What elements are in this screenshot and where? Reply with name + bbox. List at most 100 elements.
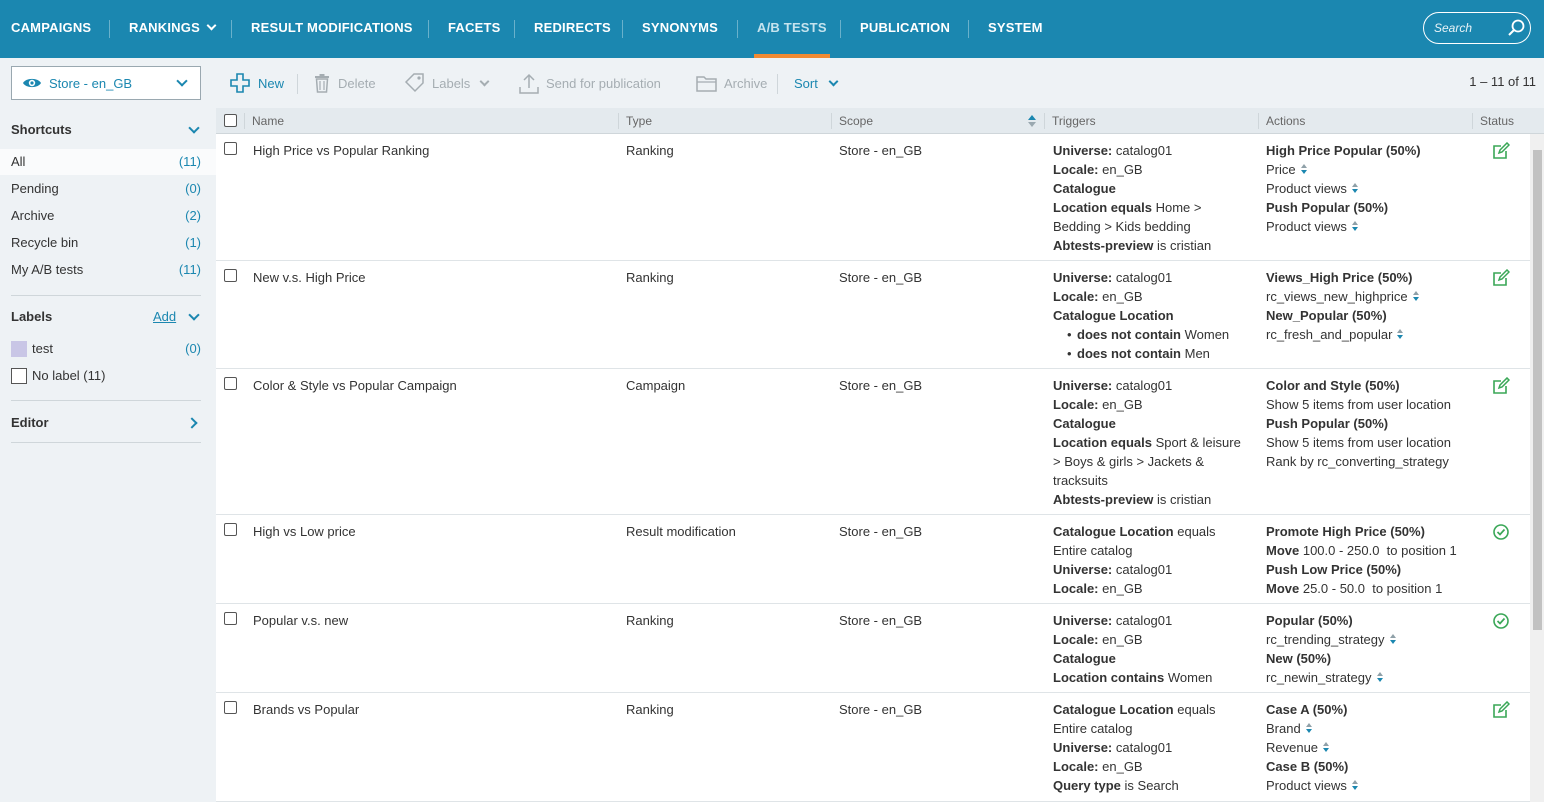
collapse-labels-icon[interactable] [188, 309, 200, 321]
action-key: Push Low Price (50%) [1266, 562, 1402, 577]
label-item-no-label[interactable]: No label (11) [0, 363, 200, 389]
expand-editor-icon[interactable] [186, 417, 198, 429]
edit-icon[interactable] [1492, 142, 1510, 160]
row-scope: Store - en_GB [839, 270, 923, 285]
column-header-scope[interactable]: Scope [839, 114, 873, 128]
edit-icon[interactable] [1492, 269, 1510, 287]
row-name[interactable]: High vs Low price [253, 522, 356, 541]
shortcut-all[interactable]: All (11) [0, 149, 216, 175]
sidebar-divider [11, 442, 201, 443]
row-checkbox[interactable] [224, 612, 237, 625]
nav-ab-tests[interactable]: A/B TESTS [754, 0, 830, 58]
nav-result-modifications[interactable]: RESULT MODIFICATIONS [251, 0, 413, 58]
trigger-key: Catalogue [1053, 416, 1116, 431]
row-name[interactable]: New v.s. High Price [253, 268, 365, 287]
row-type: Result modification [626, 524, 736, 539]
sort-direction-icon [1351, 780, 1358, 791]
shortcut-pending[interactable]: Pending (0) [0, 176, 216, 202]
edit-icon[interactable] [1492, 701, 1510, 719]
action-key: Push Popular (50%) [1266, 200, 1389, 215]
row-name[interactable]: High Price vs Popular Ranking [253, 141, 429, 160]
table-row[interactable]: High vs Low price Result modification Stor… [216, 515, 1530, 604]
trigger-line: Catalogue Location equals [1053, 522, 1216, 541]
scrollbar-thumb[interactable] [1533, 150, 1542, 630]
select-all-checkbox[interactable] [224, 114, 237, 127]
column-header-type[interactable]: Type [626, 114, 652, 128]
action-line: Rank by rc_converting_strategy [1266, 452, 1451, 471]
plus-icon [230, 73, 250, 93]
delete-button[interactable]: Delete [314, 74, 384, 94]
table-row[interactable]: Brands vs Popular Ranking Store - en_GB Cat… [216, 693, 1530, 802]
nav-facets[interactable]: FACETS [448, 0, 500, 58]
column-header-name[interactable]: Name [252, 114, 284, 128]
row-name[interactable]: Popular v.s. new [253, 611, 348, 630]
table-row[interactable]: Popular v.s. new Ranking Store - en_GB Univ… [216, 604, 1530, 693]
column-header-triggers[interactable]: Triggers [1052, 114, 1096, 128]
check-circle-icon[interactable] [1492, 612, 1510, 630]
action-line: Product views [1266, 776, 1358, 795]
shortcut-archive[interactable]: Archive (2) [0, 203, 216, 229]
row-checkbox[interactable] [224, 701, 237, 714]
nav-divider [514, 20, 515, 38]
trigger-key: Abtests-preview [1053, 492, 1154, 507]
nav-divider [231, 20, 232, 38]
trigger-value: Women [1164, 670, 1213, 685]
pagination-range: 1 – 11 of 11 [1469, 74, 1536, 89]
trigger-line: Catalogue [1053, 414, 1241, 433]
trigger-line: Catalogue Location equals [1053, 700, 1216, 719]
column-header-actions[interactable]: Actions [1266, 114, 1305, 128]
trigger-line: Entire catalog [1053, 541, 1216, 560]
action-line: rc_views_new_highprice [1266, 287, 1419, 306]
sort-button-label: Sort [794, 76, 818, 91]
nav-campaigns[interactable]: CAMPAIGNS [11, 0, 91, 58]
nav-synonyms[interactable]: SYNONYMS [642, 0, 718, 58]
row-checkbox[interactable] [224, 523, 237, 536]
nav-divider [840, 20, 841, 38]
archive-button[interactable]: Archive [696, 74, 772, 94]
store-select[interactable]: Store - en_GB [11, 66, 201, 100]
edit-icon[interactable] [1492, 377, 1510, 395]
nav-system[interactable]: SYSTEM [988, 0, 1043, 58]
scrollbar[interactable] [1530, 134, 1544, 802]
table-row[interactable]: Color & Style vs Popular Campaign Campaig… [216, 369, 1530, 515]
row-type: Ranking [626, 270, 674, 285]
trigger-value: tracksuits [1053, 473, 1108, 488]
table-row[interactable]: New v.s. High Price Ranking Store - en_GB U… [216, 261, 1530, 369]
table-row[interactable]: High Price vs Popular Ranking Ranking Stor… [216, 134, 1530, 261]
shortcut-my-ab-tests[interactable]: My A/B tests (11) [0, 257, 216, 283]
nav-divider [968, 20, 969, 38]
action-line: Color and Style (50%) [1266, 376, 1451, 395]
shortcut-recycle-bin[interactable]: Recycle bin (1) [0, 230, 216, 256]
sort-indicator-icon[interactable] [1028, 115, 1036, 127]
new-button[interactable]: New [230, 73, 300, 94]
trigger-key: Universe: [1053, 740, 1113, 755]
nav-publication[interactable]: PUBLICATION [860, 0, 950, 58]
folder-icon [696, 76, 717, 92]
add-label-link[interactable]: Add [153, 309, 176, 324]
sidebar-divider [11, 295, 201, 296]
check-circle-icon[interactable] [1492, 523, 1510, 541]
column-header-status[interactable]: Status [1480, 114, 1514, 128]
trigger-line: Locale: en_GB [1053, 287, 1229, 306]
action-value: Show 5 items from user location [1266, 435, 1451, 450]
label-item-test[interactable]: test (0) [0, 336, 216, 362]
row-scope: Store - en_GB [839, 702, 923, 717]
collapse-shortcuts-icon[interactable] [188, 122, 200, 134]
row-name[interactable]: Brands vs Popular [253, 700, 359, 719]
trigger-value: en_GB [1098, 581, 1143, 596]
search-icon[interactable] [1506, 18, 1526, 38]
chevron-down-icon [828, 76, 839, 87]
nav-rankings[interactable]: RANKINGS [129, 0, 217, 58]
row-checkbox[interactable] [224, 377, 237, 390]
search-input[interactable] [1434, 19, 1500, 37]
send-for-publication-button[interactable]: Send for publication [518, 73, 678, 94]
labels-button[interactable]: Labels [404, 73, 494, 94]
nav-redirects[interactable]: REDIRECTS [534, 0, 611, 58]
row-triggers: Universe: catalog01 Locale: en_GB Catalogu… [1053, 141, 1211, 255]
row-name[interactable]: Color & Style vs Popular Campaign [253, 376, 457, 395]
row-checkbox[interactable] [224, 269, 237, 282]
row-checkbox[interactable] [224, 142, 237, 155]
action-line: New_Popular (50%) [1266, 306, 1419, 325]
sort-button[interactable]: Sort [794, 74, 844, 94]
send-for-publication-label: Send for publication [546, 76, 661, 91]
